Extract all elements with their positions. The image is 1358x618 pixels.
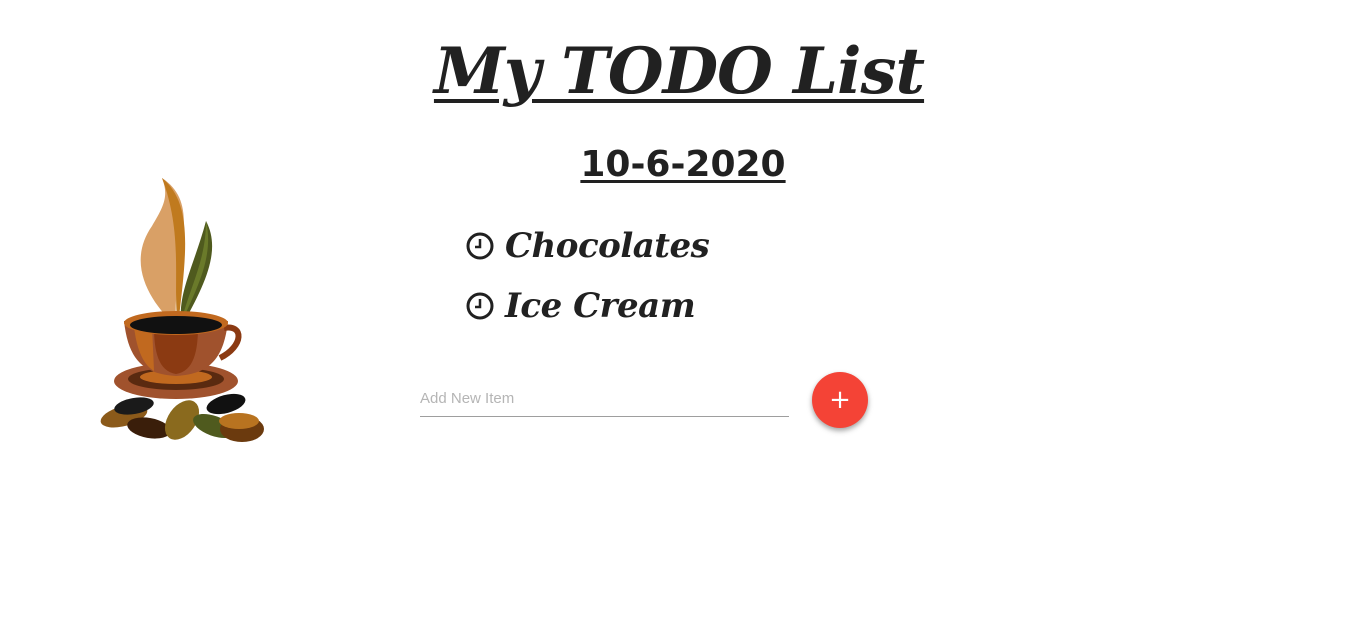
todo-item-label: Ice Cream bbox=[505, 286, 696, 326]
clock-icon bbox=[466, 232, 494, 260]
add-item-form: + bbox=[420, 372, 880, 432]
todo-item[interactable]: Chocolates bbox=[465, 216, 710, 276]
todo-item[interactable]: Ice Cream bbox=[465, 276, 709, 336]
add-item-button[interactable]: + bbox=[812, 372, 868, 428]
todo-item-label: Chocolates bbox=[505, 226, 710, 266]
clock-icon bbox=[466, 292, 494, 320]
page-title: My TODO List bbox=[433, 34, 925, 109]
todo-list: Chocolates Ice Cream bbox=[465, 216, 710, 336]
coffee-cup-illustration bbox=[100, 178, 264, 442]
new-item-input[interactable] bbox=[420, 380, 789, 417]
